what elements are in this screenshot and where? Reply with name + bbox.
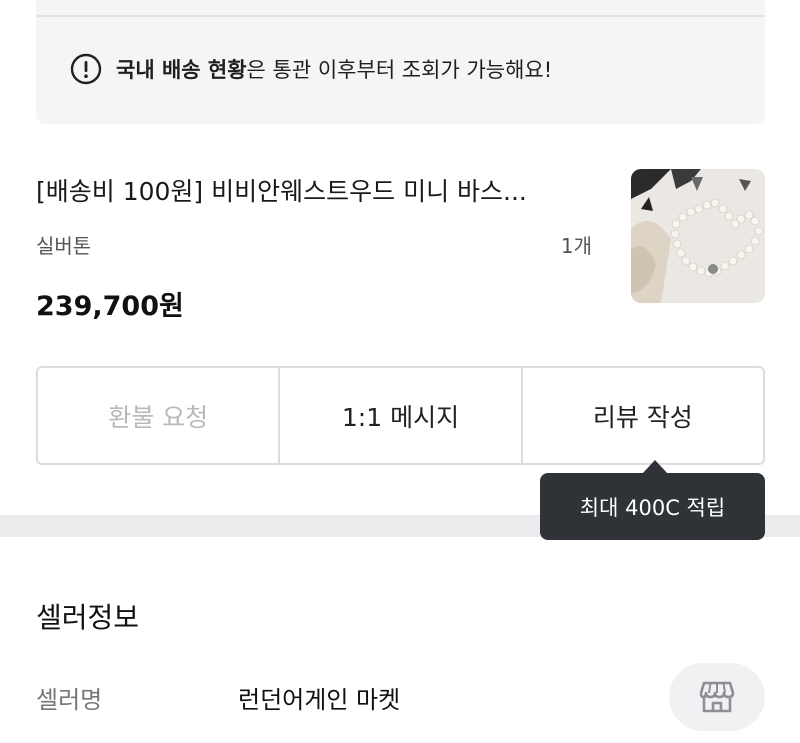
notice-top-divider [36,15,765,17]
store-icon [699,681,735,713]
shipping-notice-box: 국내 배송 현황 은 통관 이후부터 조회가 가능해요! [36,0,765,124]
seller-name-label: 셀러명 [36,686,103,714]
pearl-necklace-image [631,169,765,303]
seller-name[interactable]: 런던어게인 마켓 [238,680,400,715]
notice-bold-text: 국내 배송 현황 [116,58,247,82]
notice-text: 은 통관 이후부터 조회가 가능해요! [246,58,553,82]
alert-circle-icon [70,53,102,85]
review-reward-tooltip: 최대 400C 적립 [540,460,765,540]
product-thumbnail[interactable] [631,169,765,303]
shipping-notice: 국내 배송 현황 은 통관 이후부터 조회가 가능해요! [70,50,552,88]
seller-store-button[interactable] [669,663,765,731]
order-actions: 환불 요청 1:1 메시지 리뷰 작성 [36,366,765,465]
write-review-button[interactable]: 리뷰 작성 [520,368,763,463]
product-option: 실버톤 [36,234,92,258]
seller-info-title: 셀러정보 [36,601,140,634]
product-quantity: 1개 [560,234,592,258]
product-price: 239,700원 [36,291,184,322]
product-title[interactable]: [배송비 100원] 비비안웨스트우드 미니 바스... [36,172,606,208]
refund-request-button[interactable]: 환불 요청 [38,368,279,463]
message-button[interactable]: 1:1 메시지 [278,368,521,463]
order-detail-page: 국내 배송 현황 은 통관 이후부터 조회가 가능해요! [배송비 100원] … [0,0,800,743]
